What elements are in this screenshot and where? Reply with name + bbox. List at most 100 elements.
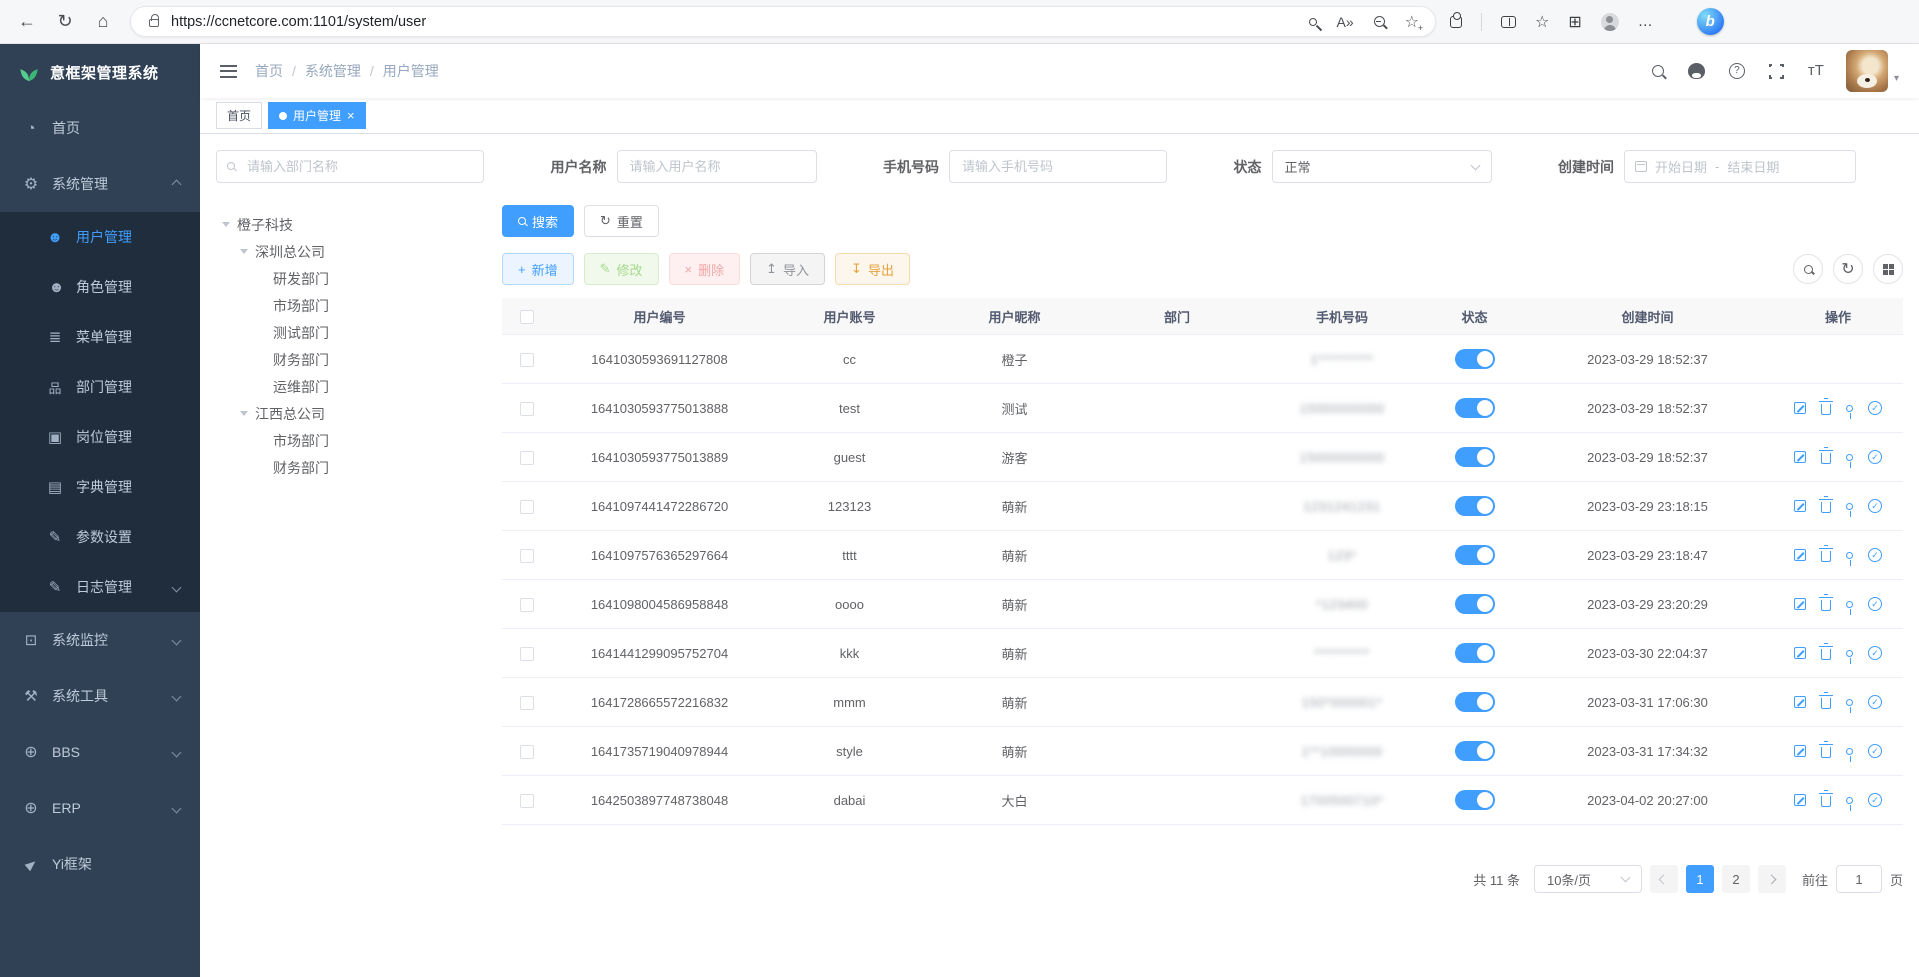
assign-role-icon[interactable] (1868, 744, 1882, 758)
read-aloud-icon[interactable]: A» (1337, 14, 1354, 30)
row-checkbox[interactable] (520, 500, 534, 514)
tree-node[interactable]: 市场部门 (216, 427, 486, 454)
tree-node[interactable]: 深圳总公司 (216, 238, 486, 265)
goto-page-input[interactable] (1836, 865, 1882, 893)
delete-icon[interactable] (1821, 698, 1831, 709)
status-toggle[interactable] (1455, 447, 1495, 467)
reset-password-icon[interactable] (1846, 552, 1853, 559)
assign-role-icon[interactable] (1868, 450, 1882, 464)
status-toggle[interactable] (1455, 790, 1495, 810)
phone-input[interactable] (949, 150, 1167, 183)
password-key-icon[interactable] (1307, 16, 1318, 27)
edit-icon[interactable] (1794, 696, 1806, 708)
assign-role-icon[interactable] (1868, 695, 1882, 709)
reset-password-icon[interactable] (1846, 454, 1853, 461)
tree-node[interactable]: 橙子科技 (216, 211, 486, 238)
sidebar-item[interactable]: 菜单管理 (0, 312, 200, 362)
tree-node[interactable]: 运维部门 (216, 373, 486, 400)
extensions-icon[interactable] (1450, 16, 1462, 28)
favorite-add-icon[interactable]: ☆+ (1405, 12, 1419, 32)
delete-icon[interactable] (1821, 600, 1831, 611)
github-icon[interactable] (1688, 63, 1705, 79)
copilot-icon[interactable]: b (1697, 8, 1724, 35)
assign-role-icon[interactable] (1868, 499, 1882, 513)
edit-icon[interactable] (1794, 402, 1806, 414)
table-refresh-button[interactable]: ↻ (1833, 254, 1863, 284)
reset-password-icon[interactable] (1846, 699, 1853, 706)
home-icon[interactable]: ⌂ (92, 11, 114, 32)
status-toggle[interactable] (1455, 545, 1495, 565)
status-toggle[interactable] (1455, 594, 1495, 614)
delete-icon[interactable] (1821, 796, 1831, 807)
sidebar-item[interactable]: BBS (0, 724, 200, 780)
status-toggle[interactable] (1455, 349, 1495, 369)
zoom-out-icon[interactable] (1374, 16, 1385, 27)
row-checkbox[interactable] (520, 794, 534, 808)
status-toggle[interactable] (1455, 692, 1495, 712)
tab-close-icon[interactable]: × (347, 109, 355, 122)
delete-icon[interactable] (1821, 453, 1831, 464)
edit-icon[interactable] (1794, 745, 1806, 757)
delete-icon[interactable] (1821, 551, 1831, 562)
status-toggle[interactable] (1455, 398, 1495, 418)
split-screen-icon[interactable] (1501, 16, 1516, 28)
tree-expand-icon[interactable] (240, 411, 248, 416)
edit-icon[interactable] (1794, 451, 1806, 463)
row-checkbox[interactable] (520, 402, 534, 416)
export-button[interactable]: ↧ 导出 (835, 253, 910, 285)
url-bar[interactable]: https://ccnetcore.com:1101/system/user A… (130, 6, 1436, 37)
table-columns-button[interactable] (1873, 254, 1903, 284)
reset-password-icon[interactable] (1846, 797, 1853, 804)
delete-icon[interactable] (1821, 404, 1831, 415)
page-tab[interactable]: 首页 × (216, 102, 262, 129)
sidebar-item[interactable]: 系统工具 (0, 668, 200, 724)
page-number-button[interactable]: 1 (1686, 865, 1714, 893)
refresh-icon[interactable]: ↻ (54, 11, 76, 32)
row-checkbox[interactable] (520, 647, 534, 661)
browser-menu-icon[interactable]: … (1638, 13, 1654, 30)
sidebar-item[interactable]: 参数设置 (0, 512, 200, 562)
sidebar-item[interactable]: 系统管理 (0, 156, 200, 212)
username-input[interactable] (617, 150, 817, 183)
delete-icon[interactable] (1821, 649, 1831, 660)
breadcrumb-item[interactable]: 用户管理 / (383, 61, 439, 81)
delete-icon[interactable] (1821, 747, 1831, 758)
reset-button[interactable]: ↻ 重置 (584, 205, 659, 237)
tree-node[interactable]: 测试部门 (216, 319, 486, 346)
assign-role-icon[interactable] (1868, 597, 1882, 611)
sidebar-item[interactable]: Yi框架 (0, 836, 200, 892)
fontsize-icon[interactable] (1808, 62, 1824, 80)
delete-button[interactable]: × 删除 (669, 253, 741, 285)
edit-icon[interactable] (1794, 647, 1806, 659)
status-select[interactable]: 正常 (1272, 150, 1492, 183)
sidebar-item[interactable]: 部门管理 (0, 362, 200, 412)
collapse-sidebar-icon[interactable] (220, 65, 237, 78)
breadcrumb-item[interactable]: 系统管理 / (305, 61, 383, 81)
assign-role-icon[interactable] (1868, 793, 1882, 807)
edit-icon[interactable] (1794, 500, 1806, 512)
tree-node[interactable]: 财务部门 (216, 454, 486, 481)
favorites-icon[interactable]: ☆ (1535, 12, 1549, 32)
sidebar-item[interactable]: 首页 (0, 100, 200, 156)
back-icon[interactable]: ← (16, 11, 38, 32)
sidebar-item[interactable]: ERP (0, 780, 200, 836)
reset-password-icon[interactable] (1846, 405, 1853, 412)
tree-node[interactable]: 市场部门 (216, 292, 486, 319)
tree-node[interactable]: 江西总公司 (216, 400, 486, 427)
fullscreen-icon[interactable] (1769, 64, 1784, 79)
date-range-picker[interactable]: 开始日期 - 结束日期 (1624, 150, 1856, 183)
page-size-select[interactable]: 10条/页 (1534, 865, 1642, 893)
search-icon[interactable] (1652, 65, 1664, 77)
add-button[interactable]: + 新增 (502, 253, 574, 285)
page-tab[interactable]: 用户管理 × (268, 102, 366, 129)
table-search-toggle-button[interactable] (1793, 254, 1823, 284)
row-checkbox[interactable] (520, 696, 534, 710)
edit-icon[interactable] (1794, 794, 1806, 806)
breadcrumb-item[interactable]: 首页 / (255, 61, 305, 81)
row-checkbox[interactable] (520, 353, 534, 367)
assign-role-icon[interactable] (1868, 646, 1882, 660)
sidebar-item[interactable]: 日志管理 (0, 562, 200, 612)
reset-password-icon[interactable] (1846, 650, 1853, 657)
row-checkbox[interactable] (520, 598, 534, 612)
edit-button[interactable]: ✎ 修改 (584, 253, 659, 285)
